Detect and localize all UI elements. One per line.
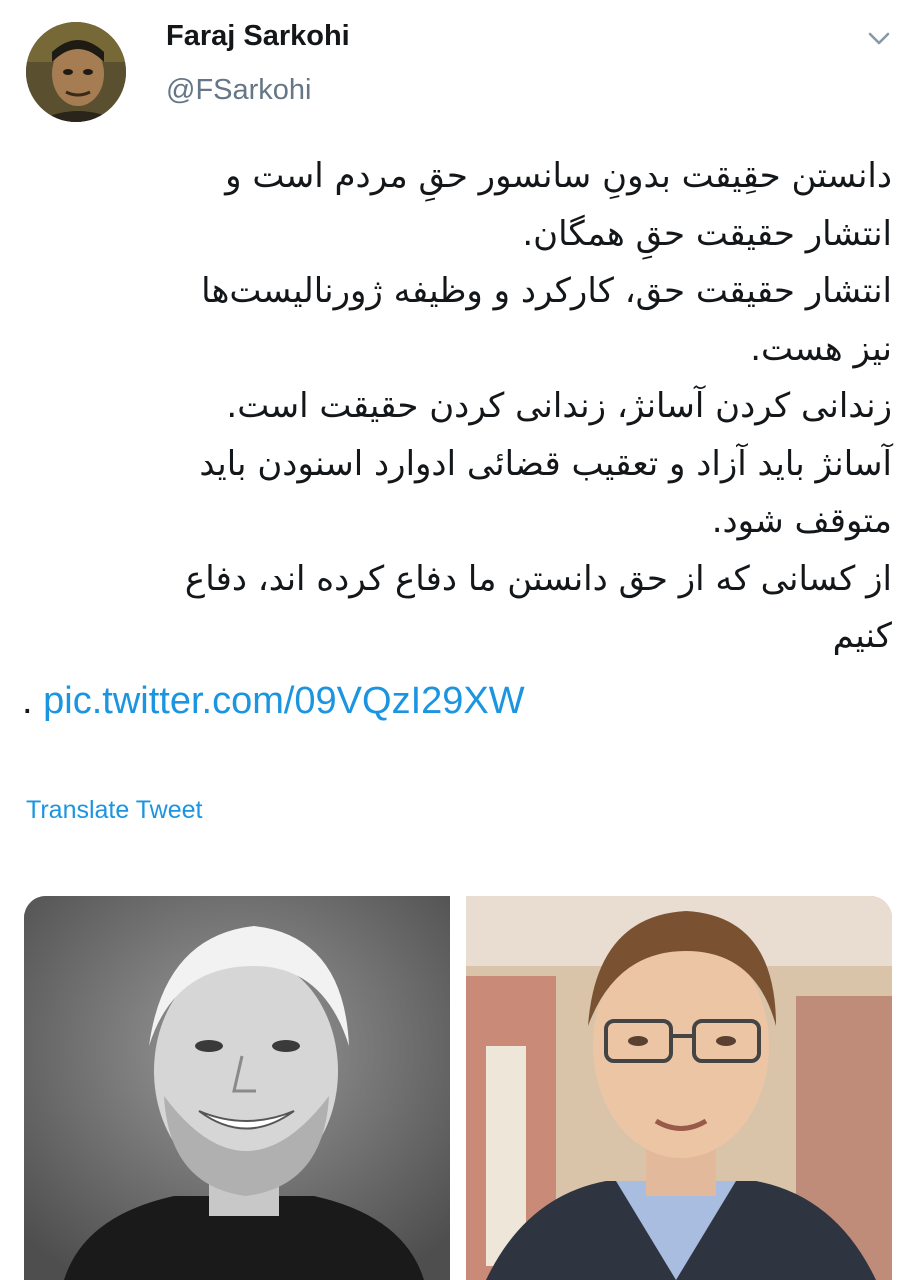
trailing-dot: . bbox=[22, 680, 33, 722]
author-name[interactable]: Faraj Sarkohi bbox=[166, 20, 350, 53]
tweet-line: کنیم bbox=[832, 616, 892, 656]
tweet-line: متوقف شود. bbox=[711, 501, 892, 541]
author-handle[interactable]: @FSarkohi bbox=[166, 74, 311, 107]
tweet-line: نیز هست. bbox=[750, 328, 892, 369]
avatar[interactable] bbox=[26, 22, 126, 122]
tweet-text: دانستن حقِیقت بدونِ سانسور حقِ مردم است … bbox=[20, 148, 892, 666]
chevron-down-icon[interactable] bbox=[864, 26, 894, 50]
translate-tweet-link[interactable]: Translate Tweet bbox=[26, 796, 202, 825]
tweet-link-line: . pic.twitter.com/09VQzI29XW bbox=[22, 680, 525, 723]
tweet-line: از کسانی که از حق دانستن ما دفاع کرده ان… bbox=[184, 558, 892, 599]
tweet: Faraj Sarkohi @FSarkohi دانستن حقِیقت بد… bbox=[0, 0, 914, 1280]
media-link[interactable]: pic.twitter.com/09VQzI29XW bbox=[43, 680, 525, 722]
tweet-line: آسانژ باید آزاد و تعقیب قضائی ادوارد اسن… bbox=[199, 443, 892, 484]
tweet-line: زندانی کردن آسانژ، زندانی کردن حقیقت است… bbox=[226, 386, 892, 426]
tweet-line: انتشار حقیقت حقِ همگان. bbox=[522, 213, 892, 254]
media-image-right[interactable] bbox=[466, 896, 892, 1280]
tweet-line: دانستن حقِیقت بدونِ سانسور حقِ مردم است … bbox=[225, 156, 892, 196]
tweet-line: انتشار حقیقت حق، کارکرد و وظیفه ژورنالیس… bbox=[201, 271, 892, 311]
media-image-left[interactable] bbox=[24, 896, 450, 1280]
